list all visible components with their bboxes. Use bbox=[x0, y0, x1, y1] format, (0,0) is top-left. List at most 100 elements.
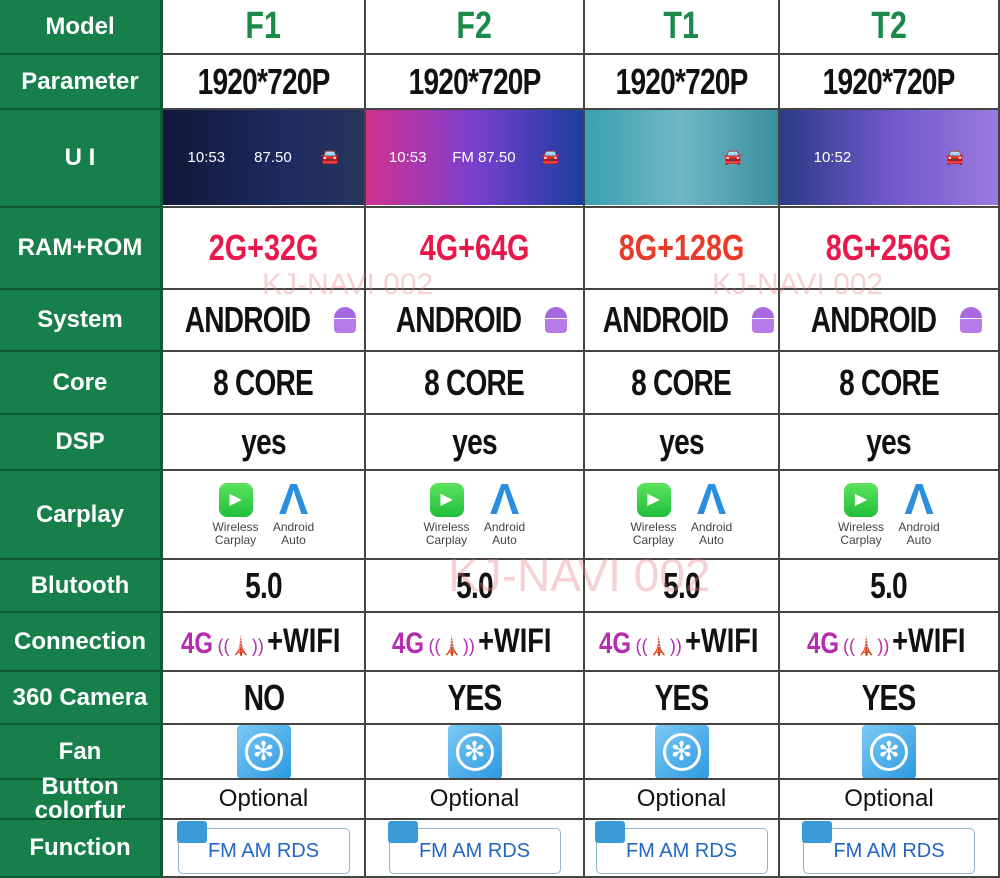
cell-conn: 4G ((🗼)) +WIFI bbox=[366, 613, 585, 672]
wifi-label: +WIFI bbox=[478, 622, 552, 660]
cell-core: 8 CORE bbox=[780, 352, 1000, 415]
carplay-label: Wireless Carplay bbox=[423, 519, 470, 547]
system-value: ANDROID bbox=[793, 299, 986, 341]
row-label: DSP bbox=[0, 415, 163, 471]
carplay-item: ▶ Wireless Carplay bbox=[836, 482, 886, 547]
cell-core: 8 CORE bbox=[366, 352, 585, 415]
cell-system: ANDROID bbox=[780, 290, 1000, 352]
bluetooth-value: 5.0 bbox=[663, 564, 700, 606]
ui-screenshot: 10:53 87.50 🚘 bbox=[163, 110, 364, 205]
button-color-value: Optional bbox=[636, 785, 727, 812]
cell-fan: ✻ bbox=[780, 725, 1000, 780]
cell-resolution: 1920*720P bbox=[780, 55, 1000, 110]
row-label: Fan bbox=[0, 725, 163, 780]
cell-camera: YES bbox=[585, 672, 780, 725]
android-auto-label: Android Auto bbox=[272, 519, 315, 547]
wifi-label: +WIFI bbox=[892, 622, 966, 660]
system-text: ANDROID bbox=[602, 299, 729, 340]
cell-function: FM AM RDS bbox=[163, 820, 366, 878]
ui-screenshot: 10:53 FM 87.50 🚘 bbox=[366, 110, 583, 205]
carplay-icon: ▶ bbox=[844, 482, 878, 517]
carplay-icons: ▶ Wireless Carplay Λ Android Auto bbox=[629, 474, 735, 547]
radio-icon bbox=[802, 821, 832, 843]
car-icon: 🚘 bbox=[541, 149, 561, 166]
cell-ui: 10:53 FM 87.50 🚘 bbox=[366, 110, 585, 208]
row-label: Parameter bbox=[0, 55, 163, 110]
carplay-icon: ▶ bbox=[218, 482, 253, 517]
ram-rom-value: 4G+64G bbox=[419, 227, 530, 268]
carplay-label: Wireless Carplay bbox=[630, 519, 677, 547]
cell-ram: 8G+128G bbox=[585, 208, 780, 290]
cell-name: T1 bbox=[585, 0, 780, 55]
row-label: System bbox=[0, 290, 163, 352]
cell-dsp: yes bbox=[163, 415, 366, 471]
android-auto-item: Λ Android Auto bbox=[689, 474, 735, 547]
cell-fan: ✻ bbox=[163, 725, 366, 780]
cell-resolution: 1920*720P bbox=[366, 55, 585, 110]
4g-label: 4G bbox=[392, 627, 425, 660]
cell-button: Optional bbox=[163, 780, 366, 820]
carplay-label: Wireless Carplay bbox=[212, 519, 259, 547]
cell-system: ANDROID bbox=[366, 290, 585, 352]
ui-radio-freq: FM 87.50 bbox=[452, 148, 516, 166]
cell-tower-icon: ((🗼)) bbox=[428, 636, 475, 656]
cell-bluetooth: 5.0 bbox=[780, 560, 1000, 613]
cell-dsp: yes bbox=[780, 415, 1000, 471]
function-text: FM AM RDS bbox=[418, 839, 531, 862]
radio-icon bbox=[594, 821, 625, 843]
camera-value: YES bbox=[654, 676, 710, 718]
row-label: Core bbox=[0, 352, 163, 415]
cell-bluetooth: 5.0 bbox=[585, 560, 780, 613]
android-auto-item: Λ Android Auto bbox=[271, 477, 317, 547]
cell-function: FM AM RDS bbox=[366, 820, 585, 878]
cell-tower-icon: ((🗼)) bbox=[635, 636, 682, 656]
cell-ram: 2G+32G bbox=[163, 208, 366, 290]
ui-clock: 10:52 bbox=[813, 148, 852, 166]
android-robot-icon bbox=[748, 303, 778, 337]
carplay-icon: ▶ bbox=[429, 482, 464, 517]
cell-function: FM AM RDS bbox=[585, 820, 780, 878]
cell-core: 8 CORE bbox=[585, 352, 780, 415]
dsp-value: yes bbox=[659, 421, 704, 462]
function-box: FM AM RDS bbox=[802, 821, 975, 874]
cell-name: F2 bbox=[366, 0, 585, 55]
model-name: T1 bbox=[663, 5, 700, 47]
dsp-value: yes bbox=[866, 421, 912, 462]
row-label: 360 Camera bbox=[0, 672, 163, 725]
button-color-value: Optional bbox=[218, 785, 309, 812]
resolution-value: 1920*720P bbox=[615, 60, 749, 102]
cell-button: Optional bbox=[780, 780, 1000, 820]
android-auto-icon: Λ bbox=[696, 474, 727, 524]
android-auto-item: Λ Android Auto bbox=[482, 474, 528, 547]
wifi-label: +WIFI bbox=[685, 622, 759, 660]
model-name: F2 bbox=[456, 5, 493, 47]
carplay-icon: ▶ bbox=[636, 482, 671, 517]
cell-camera: NO bbox=[163, 672, 366, 725]
android-auto-icon: Λ bbox=[489, 474, 520, 524]
car-icon: 🚘 bbox=[945, 149, 965, 166]
function-text: FM AM RDS bbox=[833, 839, 945, 862]
cell-conn: 4G ((🗼)) +WIFI bbox=[585, 613, 780, 672]
bluetooth-value: 5.0 bbox=[245, 564, 282, 606]
resolution-value: 1920*720P bbox=[197, 60, 331, 102]
4g-label: 4G bbox=[806, 627, 840, 660]
function-box: FM AM RDS bbox=[176, 821, 350, 874]
connection-value: 4G ((🗼)) +WIFI bbox=[803, 622, 975, 661]
button-color-value: Optional bbox=[429, 785, 520, 812]
cell-ram: 4G+64G bbox=[366, 208, 585, 290]
core-value: 8 CORE bbox=[631, 361, 733, 403]
system-text: ANDROID bbox=[810, 299, 936, 340]
camera-value: YES bbox=[862, 676, 917, 718]
dsp-value: yes bbox=[452, 421, 497, 462]
function-text: FM AM RDS bbox=[207, 839, 320, 862]
function-box: FM AM RDS bbox=[594, 821, 768, 874]
cell-dsp: yes bbox=[366, 415, 585, 471]
carplay-item: ▶ Wireless Carplay bbox=[211, 482, 261, 547]
cell-core: 8 CORE bbox=[163, 352, 366, 415]
cell-button: Optional bbox=[366, 780, 585, 820]
android-auto-item: Λ Android Auto bbox=[896, 477, 942, 547]
ui-radio-freq: 87.50 bbox=[254, 148, 292, 166]
cell-function: FM AM RDS bbox=[780, 820, 1000, 878]
android-auto-label: Android Auto bbox=[483, 519, 526, 547]
row-label: Function bbox=[0, 820, 163, 878]
